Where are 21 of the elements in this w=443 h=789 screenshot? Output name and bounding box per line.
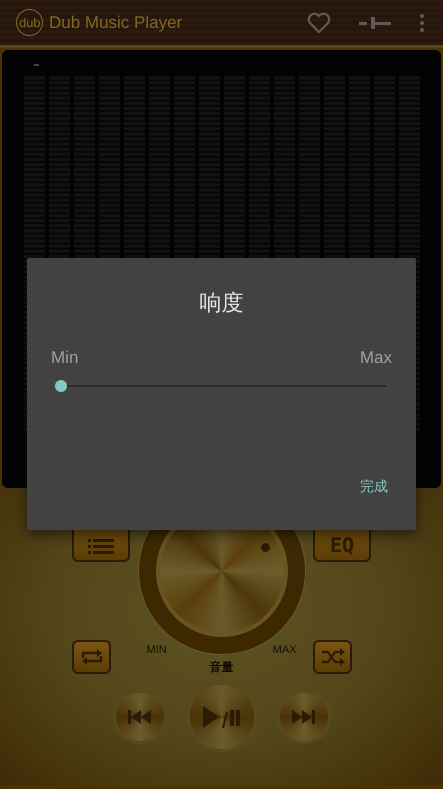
dialog-title: 响度 (200, 290, 244, 318)
repeat-icon (80, 647, 104, 667)
previous-icon (128, 710, 152, 724)
app-title: Dub Music Player (49, 12, 182, 32)
max-label: Max (360, 348, 392, 368)
done-button[interactable]: 完成 (352, 472, 396, 502)
list-icon (88, 538, 114, 556)
heart-icon[interactable] (307, 12, 331, 34)
min-label: Min (51, 348, 78, 368)
shuffle-button[interactable] (313, 640, 352, 674)
max-label: MAX (272, 644, 296, 656)
more-icon[interactable] (419, 12, 425, 32)
play-pause-icon (202, 706, 240, 728)
repeat-button[interactable] (72, 640, 111, 674)
min-label: MIN (146, 644, 167, 656)
volume-label: 音量 (210, 659, 234, 676)
next-icon (292, 710, 316, 724)
app-logo: dub (16, 9, 43, 36)
slider-icon[interactable] (359, 16, 391, 30)
slider-thumb[interactable] (55, 380, 67, 392)
shuffle-icon (320, 647, 344, 667)
